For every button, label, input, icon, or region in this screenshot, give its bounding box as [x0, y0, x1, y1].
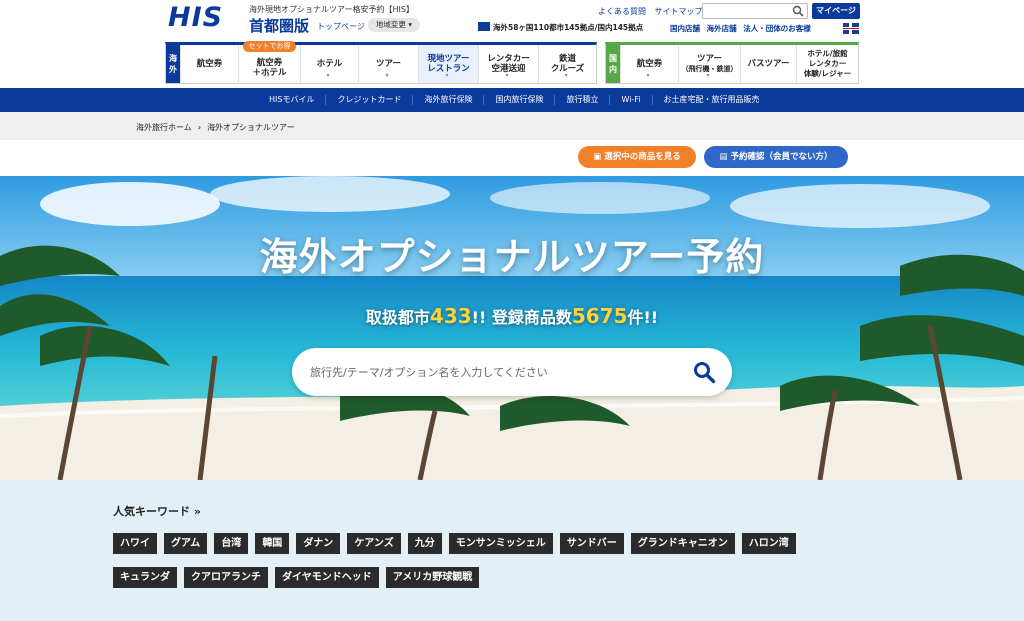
promo-badge: セットでお得 — [243, 41, 296, 52]
hero-stats: 取扱都市433!! 登録商品数5675件!! — [365, 304, 659, 328]
breadcrumb-separator: › — [197, 123, 202, 132]
keyword-tag[interactable]: グランドキャニオン — [630, 533, 735, 554]
credit-card-link[interactable]: クレジットカード — [325, 95, 412, 105]
popular-keywords-title[interactable]: 人気キーワード » — [113, 503, 201, 519]
his-mobile-link[interactable]: HISモバイル — [258, 95, 325, 105]
top-page-link[interactable]: トップページ — [317, 21, 365, 32]
site-tagline: 海外現地オプショナルツアー格安予約【HIS】 — [249, 5, 414, 14]
product-count: 5675 — [571, 304, 628, 328]
hero-search-box — [292, 348, 732, 396]
breadcrumb-current: 海外オプショナルツアー — [207, 123, 295, 132]
service-bar: HISモバイル クレジットカード 海外旅行保険 国内旅行保険 旅行積立 Wi-F… — [0, 88, 1024, 112]
nav-dom-hotel[interactable]: ホテル/旅館 レンタカー 体験/レジャー — [796, 45, 858, 83]
nav-intl-air-hotel[interactable]: セットでお得 航空券 ＋ホテル ▾ — [238, 41, 300, 83]
corporate-link[interactable]: 法人・団体のお客様 — [743, 24, 811, 33]
nav-intl-tour[interactable]: ツアー ▾ — [358, 45, 418, 83]
nav-dom-air[interactable]: 航空券 ▾ — [620, 45, 678, 83]
uk-flag-icon[interactable] — [843, 23, 859, 34]
nav-intl-local-tour[interactable]: 現地ツアー レストラン ▾ — [418, 45, 478, 83]
chevron-down-icon: ▾ — [505, 72, 509, 79]
beach-background-image — [0, 176, 1024, 480]
chevron-down-icon: ▾ — [266, 72, 270, 79]
store-links: 国内店舗 海外店舗 法人・団体のお客様 — [670, 23, 815, 34]
header: HIS 海外現地オプショナルツアー格安予約【HIS】 首都圏版 トップページ 地… — [0, 0, 1024, 88]
domestic-store-link[interactable]: 国内店舗 — [670, 24, 700, 33]
sitemap-link[interactable]: サイトマップ — [655, 7, 703, 16]
overseas-insurance-link[interactable]: 海外旅行保険 — [412, 95, 483, 105]
document-icon: ▤ — [719, 152, 728, 162]
his-logo[interactable]: HIS — [168, 2, 223, 33]
keyword-tag[interactable]: ハワイ — [113, 533, 157, 554]
breadcrumb: 海外旅行ホーム › 海外オプショナルツアー — [0, 112, 1024, 140]
overseas-nav: 海外 航空券 セットでお得 航空券 ＋ホテル ▾ ホテル ▾ ツアー ▾ 現地ツアー レス… — [165, 41, 597, 84]
domestic-label: 国内 — [606, 45, 620, 83]
view-selected-button[interactable]: ▣ 選択中の商品を見る — [578, 146, 696, 168]
wifi-link[interactable]: Wi-Fi — [609, 95, 651, 105]
hero-search-input[interactable] — [310, 362, 680, 382]
keyword-row-1: ハワイ グアム 台湾 韓国 ダナン ケアンズ 九分 モンサンミッシェル サンドバ… — [113, 533, 803, 554]
header-search-input[interactable] — [702, 3, 808, 19]
keyword-tag[interactable]: キュランダ — [113, 567, 177, 588]
hero-title: 海外オプショナルツアー予約 — [259, 235, 765, 279]
hero-banner: 海外オプショナルツアー予約 取扱都市433!! 登録商品数5675件!! — [0, 176, 1024, 480]
overseas-store-link[interactable]: 海外店舗 — [707, 24, 737, 33]
keyword-tag[interactable]: モンサンミッシェル — [448, 533, 553, 554]
building-icon — [478, 22, 490, 31]
nav-dom-bus[interactable]: バスツアー — [740, 45, 796, 83]
keyword-tag[interactable]: サンドバー — [559, 533, 624, 554]
city-count: 433 — [429, 304, 472, 328]
nav-dom-tour[interactable]: ツアー （飛行機・鉄道） ▾ — [678, 45, 740, 83]
region-change-button[interactable]: 地域変更 ▾ — [368, 18, 420, 32]
keyword-tag[interactable]: グアム — [164, 533, 208, 554]
reservation-check-button[interactable]: ▤ 予約確認（会員でない方） — [704, 146, 848, 168]
domestic-nav: 国内 航空券 ▾ ツアー （飛行機・鉄道） ▾ バスツアー ホテル/旅館 レンタカー 体験… — [605, 42, 859, 84]
page: HIS 海外現地オプショナルツアー格安予約【HIS】 首都圏版 トップページ 地… — [0, 0, 1024, 621]
cart-icon: ▣ — [593, 152, 602, 162]
chevron-down-icon: ▾ — [646, 72, 650, 79]
chevron-down-icon: ▾ — [326, 72, 330, 79]
keyword-tag[interactable]: ハロン湾 — [741, 533, 796, 554]
souvenir-link[interactable]: お土産宅配・旅行用品販売 — [651, 95, 771, 105]
domestic-insurance-link[interactable]: 国内旅行保険 — [483, 95, 554, 105]
travel-savings-link[interactable]: 旅行積立 — [554, 95, 609, 105]
keyword-tag[interactable]: アメリカ野球観戦 — [385, 567, 480, 588]
nav-intl-rentacar[interactable]: レンタカー 空港送迎 ▾ — [478, 45, 538, 83]
keyword-tag[interactable]: ダイヤモンドヘッド — [275, 567, 379, 588]
keyword-tag[interactable]: ケアンズ — [347, 533, 401, 554]
keyword-tag[interactable]: ダナン — [296, 533, 341, 554]
overseas-label: 海外 — [166, 45, 180, 83]
nav-intl-air[interactable]: 航空券 — [180, 45, 238, 83]
region-title: 首都圏版 — [249, 17, 310, 35]
keyword-row-2: キュランダ クアロアランチ ダイヤモンドヘッド アメリカ野球観戦 — [113, 567, 486, 588]
chevron-down-icon: ▾ — [706, 72, 710, 79]
mypage-button[interactable]: マイページ — [812, 3, 860, 19]
chevron-down-icon: ▾ — [445, 72, 449, 79]
search-icon[interactable] — [792, 5, 804, 17]
keyword-tag[interactable]: 台湾 — [214, 533, 249, 554]
chevron-down-icon: ▾ — [385, 72, 389, 79]
search-icon[interactable] — [692, 360, 716, 384]
breadcrumb-home[interactable]: 海外旅行ホーム — [136, 123, 192, 132]
nav-intl-hotel[interactable]: ホテル ▾ — [300, 45, 358, 83]
keyword-tag[interactable]: クアロアランチ — [184, 567, 268, 588]
keyword-tag[interactable]: 九分 — [407, 533, 442, 554]
popular-keywords-section: 人気キーワード » ハワイ グアム 台湾 韓国 ダナン ケアンズ 九分 モンサン… — [0, 480, 1024, 621]
chevron-down-icon: ▾ — [564, 72, 568, 79]
faq-link[interactable]: よくある質問 — [598, 7, 646, 16]
top-links: よくある質問 サイトマップ — [598, 6, 709, 17]
branch-stats: 海外58ヶ国110都市145拠点/国内145拠点 — [478, 22, 643, 33]
keyword-tag[interactable]: 韓国 — [255, 533, 290, 554]
nav-intl-rail[interactable]: 鉄道 クルーズ ▾ — [538, 45, 596, 83]
